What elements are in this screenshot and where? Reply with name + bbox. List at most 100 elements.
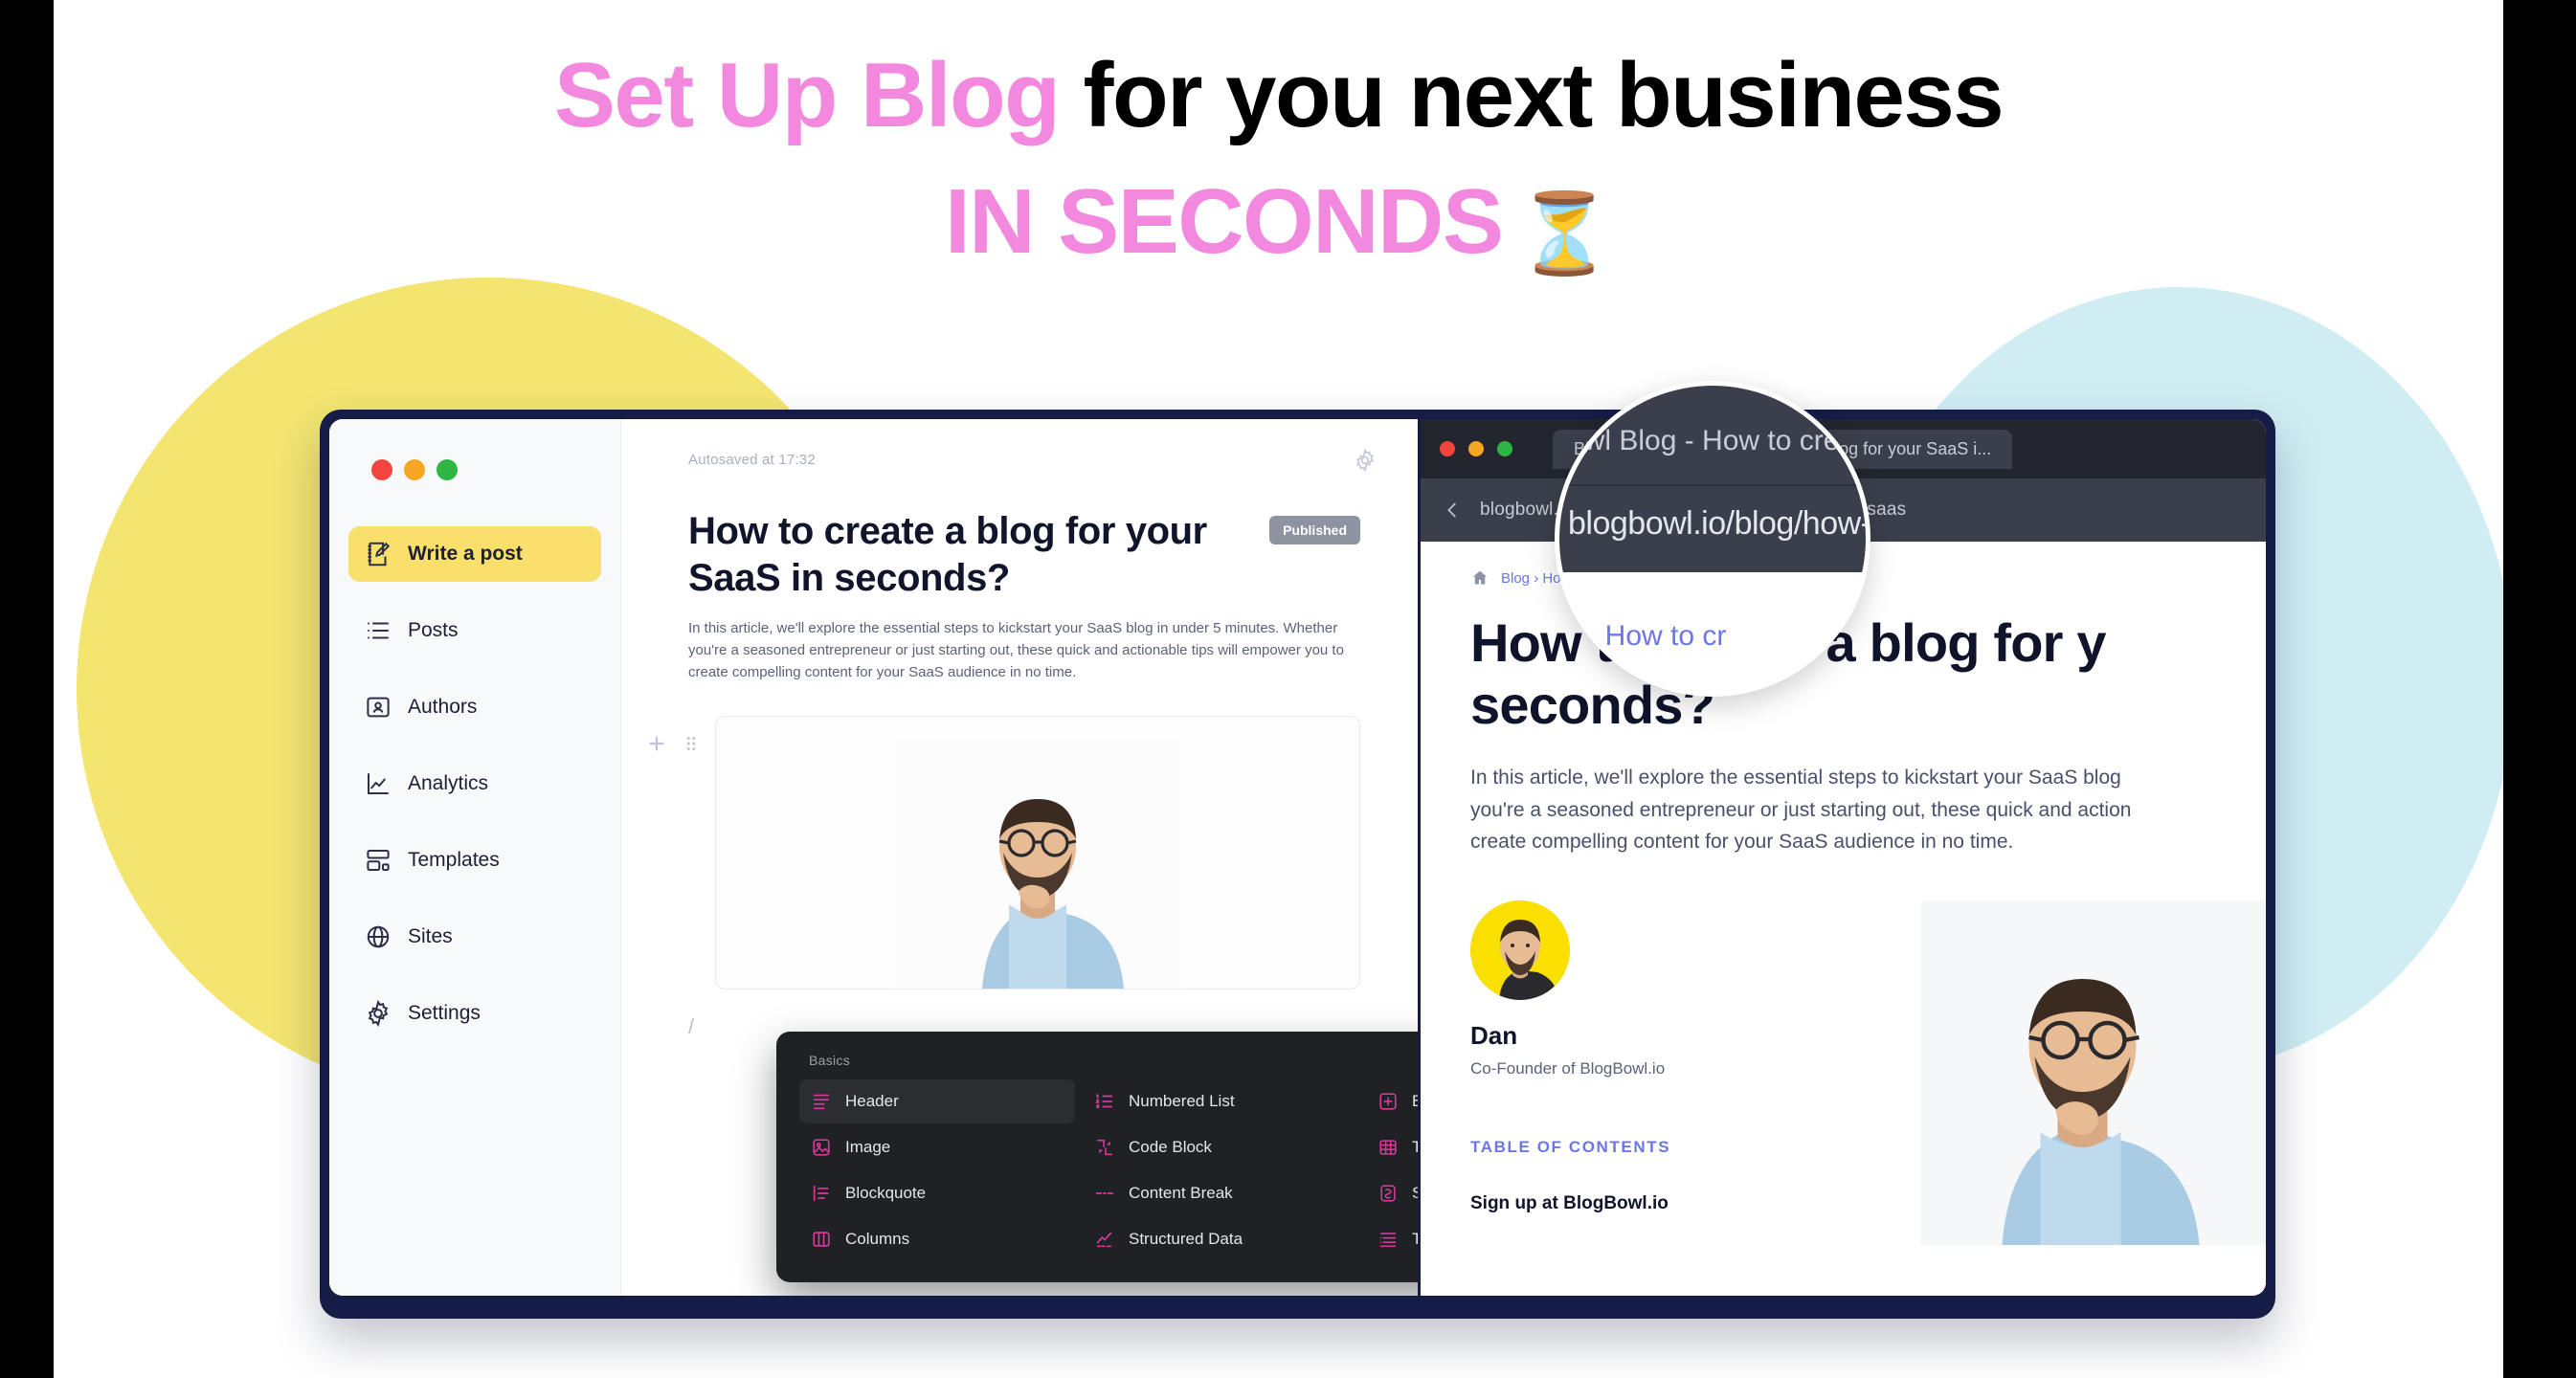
- app-window-frame: Write a post Posts Authors Analytics Tem…: [320, 410, 2275, 1319]
- status-badge: Published: [1269, 516, 1360, 545]
- app-window-inner: Write a post Posts Authors Analytics Tem…: [329, 419, 2266, 1296]
- block-option-table[interactable]: Table: [1366, 1125, 1418, 1169]
- article-intro: In this article, we'll explore the essen…: [1421, 737, 2266, 858]
- page-title: Set Up Blog for you next business IN SEC…: [54, 50, 2503, 274]
- block-option-structured-data[interactable]: Structured Data: [1083, 1217, 1358, 1261]
- headline-line2: IN SECONDS: [944, 170, 1504, 273]
- image-block[interactable]: [715, 716, 1360, 990]
- magnifier-url-text: blogbowl.io/blog/how-: [1568, 505, 1870, 542]
- sidebar-item-templates[interactable]: Templates: [348, 833, 601, 888]
- sidebar-item-label: Analytics: [408, 772, 489, 794]
- list-icon: [364, 616, 392, 645]
- numbered-list-icon: [1094, 1091, 1115, 1112]
- block-menu-grid: Header Numbered List B Image Code Block …: [799, 1079, 1418, 1261]
- block-option-label: Content Break: [1129, 1184, 1233, 1202]
- browser-maximize-button[interactable]: [1497, 441, 1512, 456]
- block-option-section[interactable]: Section: [1366, 1171, 1418, 1215]
- close-window-button[interactable]: [371, 459, 392, 480]
- article-intro-line1: In this article, we'll explore the essen…: [1470, 766, 2121, 789]
- note-pencil-icon: [364, 540, 392, 568]
- headline-rest: for you next business: [1059, 44, 2004, 146]
- author-name: Dan: [1470, 1020, 1518, 1050]
- block-option-image[interactable]: Image: [799, 1125, 1075, 1169]
- block-option-blockquote[interactable]: Blockquote: [799, 1171, 1075, 1215]
- photo-thinking-man-large: [1920, 900, 2266, 1245]
- editor-settings-gear-icon[interactable]: [1353, 448, 1378, 473]
- drag-handle-icon[interactable]: [681, 733, 702, 754]
- author-card-icon: [364, 693, 392, 722]
- editor-canvas: Autosaved at 17:32 How to create a blog …: [621, 419, 1418, 1296]
- block-option-label: Section: [1412, 1184, 1418, 1202]
- home-icon[interactable]: [1470, 568, 1490, 588]
- block-option-label: Image: [845, 1138, 891, 1156]
- code-block-icon: [1094, 1137, 1115, 1158]
- sidebar-item-posts[interactable]: Posts: [348, 603, 601, 658]
- block-picker-menu: Basics Header Numbered List B Image Code…: [776, 1032, 1418, 1282]
- blockquote-icon: [811, 1183, 832, 1204]
- block-option-label: Header: [845, 1092, 899, 1110]
- article-intro-line2: you're a seasoned entrepreneur or just s…: [1470, 798, 2132, 821]
- toc-icon: [1378, 1229, 1399, 1250]
- sidebar-item-authors[interactable]: Authors: [348, 679, 601, 735]
- toc-item[interactable]: Sign up at BlogBowl.io: [1470, 1193, 1882, 1214]
- magnifier-content: owl Blog - How to crea blogbowl.io/blog/…: [1559, 386, 1870, 692]
- back-arrow-icon[interactable]: [1442, 500, 1463, 521]
- sidebar-item-label: Write a post: [408, 543, 523, 565]
- add-block-icon[interactable]: [646, 733, 667, 754]
- sidebar-item-label: Posts: [408, 619, 459, 641]
- autosave-status: Autosaved at 17:32: [688, 452, 816, 468]
- sidebar-item-write-a-post[interactable]: Write a post: [348, 526, 601, 582]
- block-option-button[interactable]: Button: [1366, 1079, 1418, 1123]
- sidebar-item-label: Sites: [408, 925, 453, 947]
- sidebar-item-label: Settings: [408, 1002, 481, 1024]
- toc-label: TABLE OF CONTENTS: [1470, 1137, 1671, 1156]
- sidebar: Write a post Posts Authors Analytics Tem…: [329, 419, 621, 1296]
- sidebar-item-label: Authors: [408, 696, 478, 718]
- avatar: [1470, 900, 1570, 1000]
- article-hero-photo: [1920, 900, 2266, 1245]
- sidebar-item-settings[interactable]: Settings: [348, 986, 601, 1041]
- block-handles: [646, 733, 702, 754]
- button-icon: [1378, 1091, 1399, 1112]
- document-intro-paragraph[interactable]: In this article, we'll explore the essen…: [688, 617, 1360, 684]
- article-lower-section: Dan Co-Founder of BlogBowl.io TABLE OF C…: [1421, 900, 2266, 1245]
- block-option-label: Table of Contents: [1412, 1230, 1418, 1248]
- section-icon: [1378, 1183, 1399, 1204]
- block-option-content-break[interactable]: Content Break: [1083, 1171, 1358, 1215]
- image-icon: [811, 1137, 832, 1158]
- hourglass-icon: ⏳: [1515, 190, 1613, 278]
- globe-icon: [364, 922, 392, 951]
- block-option-label: Structured Data: [1129, 1230, 1243, 1248]
- block-option-table-of-contents[interactable]: Table of Contents: [1366, 1217, 1418, 1261]
- sidebar-item-sites[interactable]: Sites: [348, 909, 601, 965]
- photo-thinking-man: [894, 740, 1181, 989]
- maximize-window-button[interactable]: [437, 459, 458, 480]
- block-option-label: Code Block: [1129, 1138, 1212, 1156]
- block-option-label: Numbered List: [1129, 1092, 1235, 1110]
- sidebar-item-analytics[interactable]: Analytics: [348, 756, 601, 811]
- traffic-lights: [371, 459, 601, 480]
- block-option-label: Columns: [845, 1230, 910, 1248]
- slide-stage: Set Up Blog for you next business IN SEC…: [54, 0, 2503, 1378]
- block-option-numbered-list[interactable]: Numbered List: [1083, 1079, 1358, 1123]
- magnifier-crumb-text: How to cr: [1604, 620, 1727, 652]
- browser-close-button[interactable]: [1440, 441, 1455, 456]
- headline-highlight: Set Up Blog: [553, 44, 1061, 146]
- chart-icon: [364, 769, 392, 798]
- document-title[interactable]: How to create a blog for your SaaS in se…: [688, 508, 1252, 602]
- magnifier-tab-text: owl Blog - How to crea: [1568, 425, 1856, 456]
- block-option-label: Blockquote: [845, 1184, 927, 1202]
- author-column: Dan Co-Founder of BlogBowl.io TABLE OF C…: [1470, 900, 1882, 1245]
- header-icon: [811, 1091, 832, 1112]
- image-block-row: [649, 716, 1360, 990]
- block-option-header[interactable]: Header: [799, 1079, 1075, 1123]
- block-option-code-block[interactable]: Code Block: [1083, 1125, 1358, 1169]
- browser-minimize-button[interactable]: [1468, 441, 1484, 456]
- content-break-icon: [1094, 1183, 1115, 1204]
- letterbox-bar-left: [0, 0, 54, 1378]
- layout-icon: [364, 846, 392, 875]
- block-option-columns[interactable]: Columns: [799, 1217, 1075, 1261]
- block-menu-group-label: Basics: [809, 1053, 851, 1068]
- sidebar-item-label: Templates: [408, 849, 500, 871]
- minimize-window-button[interactable]: [404, 459, 425, 480]
